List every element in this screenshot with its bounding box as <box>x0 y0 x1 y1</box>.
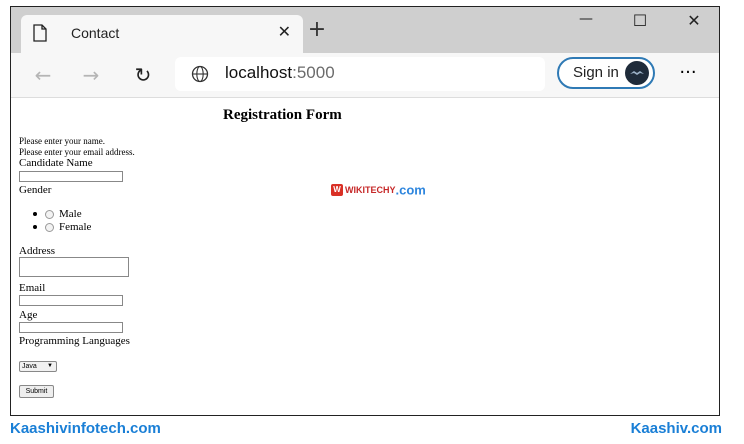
refresh-button[interactable]: ↻ <box>127 59 159 91</box>
watermark-text: WIKITECHY <box>345 184 396 195</box>
gender-option-male[interactable]: Male <box>33 208 82 220</box>
page-content: Registration Form Please enter your name… <box>11 98 719 415</box>
globe-icon <box>191 65 209 83</box>
candidate-name-input[interactable] <box>19 171 123 182</box>
avatar <box>625 61 649 85</box>
email-input[interactable] <box>19 295 123 306</box>
age-label: Age <box>19 309 38 321</box>
tab-strip: Contact ✕ + — ☐ ✕ <box>11 7 719 53</box>
page-icon <box>33 24 47 42</box>
sign-in-label: Sign in <box>573 64 619 81</box>
bullet-icon <box>33 225 37 230</box>
browser-window: Contact ✕ + — ☐ ✕ ← → ↻ localhost:5000 S… <box>10 6 720 416</box>
submit-button[interactable]: Submit <box>19 385 54 398</box>
window-close-button[interactable]: ✕ <box>671 11 717 41</box>
gender-option-label: Female <box>59 221 92 233</box>
selected-language: Java <box>22 363 37 370</box>
url-text: localhost:5000 <box>225 63 335 82</box>
radio-male[interactable] <box>45 209 54 219</box>
programming-language-select[interactable]: Java ▼ <box>19 361 57 372</box>
watermark: W WIKITECHY.com <box>331 181 426 199</box>
email-label: Email <box>19 282 46 294</box>
navigation-bar: ← → ↻ localhost:5000 Sign in ··· <box>11 53 719 98</box>
gender-option-label: Male <box>59 208 82 220</box>
chevron-down-icon: ▼ <box>47 363 53 369</box>
radio-female[interactable] <box>45 222 54 232</box>
bullet-icon <box>33 212 37 217</box>
address-textarea[interactable] <box>19 257 129 277</box>
gender-option-female[interactable]: Female <box>33 221 91 233</box>
programming-languages-label: Programming Languages <box>19 335 130 347</box>
footer-brand-right: Kaashiv.com <box>630 420 722 437</box>
sign-in-button[interactable]: Sign in <box>557 57 655 89</box>
maximize-button[interactable]: ☐ <box>617 11 663 41</box>
age-input[interactable] <box>19 322 123 333</box>
tab-title: Contact <box>71 25 120 41</box>
back-button[interactable]: ← <box>27 59 59 91</box>
new-tab-button[interactable]: + <box>301 15 333 47</box>
tab-contact[interactable]: Contact ✕ <box>21 15 303 53</box>
validation-message-email: Please enter your email address. <box>19 147 135 157</box>
address-label: Address <box>19 245 56 257</box>
footer-brand-left: Kaashivinfotech.com <box>10 420 161 437</box>
page-title: Registration Form <box>223 107 342 123</box>
validation-message-name: Please enter your name. <box>19 136 105 146</box>
watermark-suffix: .com <box>395 182 426 198</box>
minimize-button[interactable]: — <box>563 11 609 41</box>
watermark-logo-icon: W <box>331 183 343 196</box>
address-bar[interactable]: localhost:5000 <box>175 57 545 91</box>
forward-button[interactable]: → <box>75 59 107 91</box>
close-icon[interactable]: ✕ <box>278 22 291 41</box>
more-options-icon[interactable]: ··· <box>673 59 703 89</box>
candidate-name-label: Candidate Name <box>19 157 93 169</box>
gender-label: Gender <box>19 184 52 196</box>
